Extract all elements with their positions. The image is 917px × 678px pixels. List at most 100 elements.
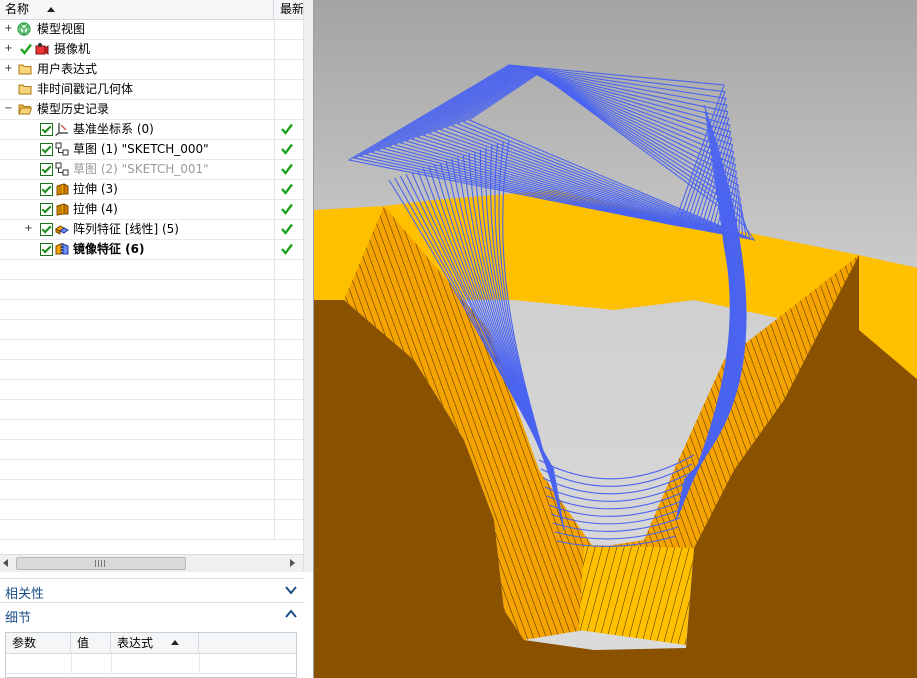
- empty-row: [0, 460, 303, 480]
- check-icon: [281, 203, 293, 215]
- tree-node-label: 摄像机: [54, 42, 91, 56]
- navigator-tree: + 模型视图 + 摄像机 + 用户表达式 非时间戳记几何体 − 模型历史记录 基…: [0, 20, 303, 540]
- tree-node-label: 草图 (2) "SKETCH_001": [73, 162, 209, 176]
- details-table-header: 参数 值 表达式: [6, 633, 296, 654]
- extrude-icon: [56, 183, 69, 196]
- camera-icon: [35, 43, 49, 55]
- folder-open-icon: [18, 104, 32, 115]
- expand-icon[interactable]: +: [4, 44, 13, 54]
- tree-node-label: 模型历史记录: [37, 102, 110, 116]
- empty-row: [0, 340, 303, 360]
- scrollbar-grip-icon: [95, 560, 105, 567]
- visibility-checkbox[interactable]: [40, 143, 53, 156]
- chevron-up-icon[interactable]: [284, 607, 298, 621]
- tree-node-sketch-1[interactable]: 草图 (1) "SKETCH_000": [0, 140, 303, 160]
- chevron-down-icon[interactable]: [284, 583, 298, 597]
- column-header-latest-label: 最新: [280, 2, 303, 16]
- empty-row: [0, 280, 303, 300]
- column-header-label: 表达式: [117, 636, 154, 650]
- datum-csys-icon: [55, 123, 68, 136]
- sort-ascending-icon[interactable]: [47, 7, 55, 12]
- tree-node-label: 阵列特征 [线性] (5): [73, 222, 179, 236]
- empty-row: [0, 520, 303, 540]
- tree-node-unused-geometry[interactable]: 非时间戳记几何体: [0, 80, 303, 100]
- sort-ascending-icon[interactable]: [171, 640, 179, 645]
- visibility-checkbox[interactable]: [40, 163, 53, 176]
- check-icon: [20, 43, 32, 55]
- details-panel-header[interactable]: 细节: [0, 602, 305, 626]
- tree-node-label: 模型视图: [37, 22, 86, 36]
- column-header-label: 参数: [12, 636, 37, 650]
- tree-node-label: 非时间戳记几何体: [37, 82, 134, 96]
- empty-row: [0, 360, 303, 380]
- extrude-icon: [56, 203, 69, 216]
- details-panel-title: 细节: [5, 611, 32, 626]
- tree-node-extrude-3[interactable]: 拉伸 (3): [0, 180, 303, 200]
- dependencies-panel-header[interactable]: 相关性: [0, 578, 305, 602]
- column-header-expression[interactable]: 表达式: [111, 633, 199, 653]
- tree-node-model-views[interactable]: + 模型视图: [0, 20, 303, 40]
- tree-node-sketch-2[interactable]: 草图 (2) "SKETCH_001": [0, 160, 303, 180]
- tree-node-user-expressions[interactable]: + 用户表达式: [0, 60, 303, 80]
- tree-node-extrude-4[interactable]: 拉伸 (4): [0, 200, 303, 220]
- tree-node-label: 拉伸 (3): [73, 182, 118, 196]
- scroll-right-icon[interactable]: [290, 559, 295, 567]
- vertical-scrollbar[interactable]: [303, 0, 313, 572]
- column-header-name-label: 名称: [5, 2, 30, 16]
- collapse-icon[interactable]: −: [4, 104, 13, 114]
- tree-header: 名称 最新: [0, 0, 303, 20]
- empty-row: [0, 380, 303, 400]
- tree-node-datum-csys[interactable]: 基准坐标系 (0): [0, 120, 303, 140]
- empty-row: [0, 260, 303, 280]
- expand-icon[interactable]: +: [4, 24, 13, 34]
- tree-node-label: 草图 (1) "SKETCH_000": [73, 142, 209, 156]
- column-header-parameter[interactable]: 参数: [6, 633, 71, 653]
- scroll-left-icon[interactable]: [3, 559, 8, 567]
- check-icon: [281, 223, 293, 235]
- empty-row: [0, 500, 303, 520]
- check-icon: [281, 143, 293, 155]
- tree-node-model-history[interactable]: − 模型历史记录: [0, 100, 303, 120]
- tree-node-mirror-feature[interactable]: 镜像特征 (6): [0, 240, 303, 260]
- model-views-icon: [17, 22, 31, 36]
- check-icon: [281, 243, 293, 255]
- column-header-label: 值: [77, 636, 90, 650]
- expand-icon[interactable]: +: [4, 64, 13, 74]
- details-table: 参数 值 表达式: [5, 632, 297, 678]
- tree-node-label: 拉伸 (4): [73, 202, 118, 216]
- expand-icon[interactable]: +: [24, 224, 33, 234]
- tree-node-label: 用户表达式: [37, 62, 98, 76]
- model-render: [314, 0, 917, 678]
- tree-node-pattern-feature[interactable]: + 阵列特征 [线性] (5): [0, 220, 303, 240]
- check-icon: [281, 163, 293, 175]
- folder-icon: [18, 84, 32, 95]
- column-header-latest[interactable]: 最新: [275, 0, 303, 19]
- visibility-checkbox[interactable]: [40, 223, 53, 236]
- bottom-face: [579, 545, 694, 645]
- tree-node-cameras[interactable]: + 摄像机: [0, 40, 303, 60]
- visibility-checkbox[interactable]: [40, 183, 53, 196]
- empty-row: [0, 420, 303, 440]
- table-row: [6, 654, 296, 674]
- horizontal-scrollbar[interactable]: [0, 554, 303, 572]
- column-header-name[interactable]: 名称: [0, 0, 274, 19]
- column-header-value[interactable]: 值: [71, 633, 111, 653]
- empty-row: [0, 300, 303, 320]
- graphics-viewport[interactable]: [313, 0, 917, 678]
- empty-row: [0, 400, 303, 420]
- visibility-checkbox[interactable]: [40, 203, 53, 216]
- visibility-checkbox[interactable]: [40, 123, 53, 136]
- scrollbar-thumb[interactable]: [16, 557, 186, 570]
- empty-row: [0, 480, 303, 500]
- mirror-feature-icon: [55, 243, 69, 255]
- sketch-icon: [55, 162, 69, 176]
- sketch-icon: [55, 142, 69, 156]
- tree-node-label: 镜像特征 (6): [73, 242, 145, 256]
- visibility-checkbox[interactable]: [40, 243, 53, 256]
- empty-row: [0, 440, 303, 460]
- check-icon: [281, 183, 293, 195]
- tree-node-label: 基准坐标系 (0): [73, 122, 154, 136]
- dependencies-panel-title: 相关性: [5, 587, 45, 602]
- pattern-feature-icon: [55, 225, 69, 235]
- folder-icon: [18, 64, 32, 75]
